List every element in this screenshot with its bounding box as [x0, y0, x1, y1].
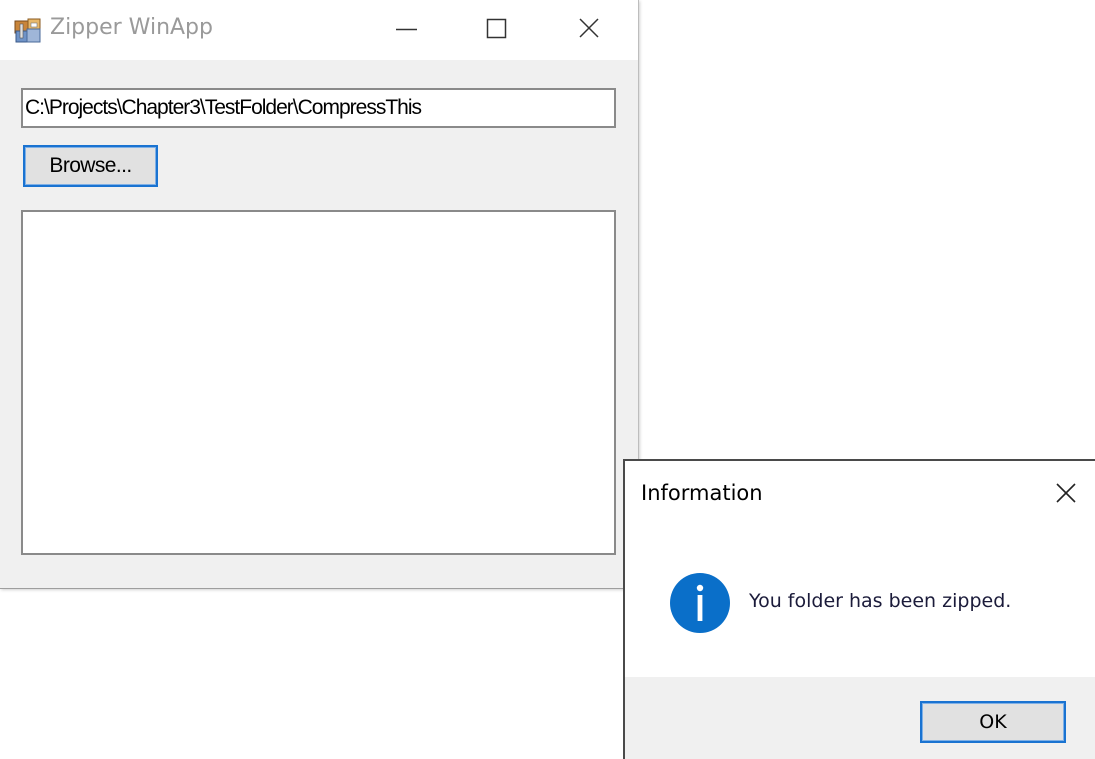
maximize-button[interactable] [465, 0, 527, 58]
dialog-message: You folder has been zipped. [749, 590, 1012, 612]
title-bar[interactable]: Zipper WinApp [0, 0, 638, 60]
minimize-button[interactable] [375, 0, 437, 58]
info-icon [669, 572, 731, 634]
dialog-button-area: OK [625, 677, 1095, 759]
output-textbox[interactable] [21, 210, 616, 555]
dialog-title: Information [641, 481, 763, 505]
information-dialog: Information You folder has been zipped. … [623, 459, 1095, 759]
desktop: Zipper WinApp C:\Projects\Chapter3\TestF… [0, 0, 1095, 759]
window-title: Zipper WinApp [50, 15, 213, 40]
browse-button[interactable]: Browse... [23, 145, 158, 187]
zipper-app-icon [14, 16, 42, 44]
folder-path-input[interactable] [21, 88, 616, 128]
dialog-close-button[interactable] [1045, 473, 1089, 513]
main-window: Zipper WinApp C:\Projects\Chapter3\TestF… [0, 0, 639, 589]
ok-button-label: OK [979, 711, 1007, 733]
close-button[interactable] [558, 0, 620, 58]
browse-button-label: Browse... [49, 154, 132, 177]
ok-button[interactable]: OK [920, 701, 1066, 743]
